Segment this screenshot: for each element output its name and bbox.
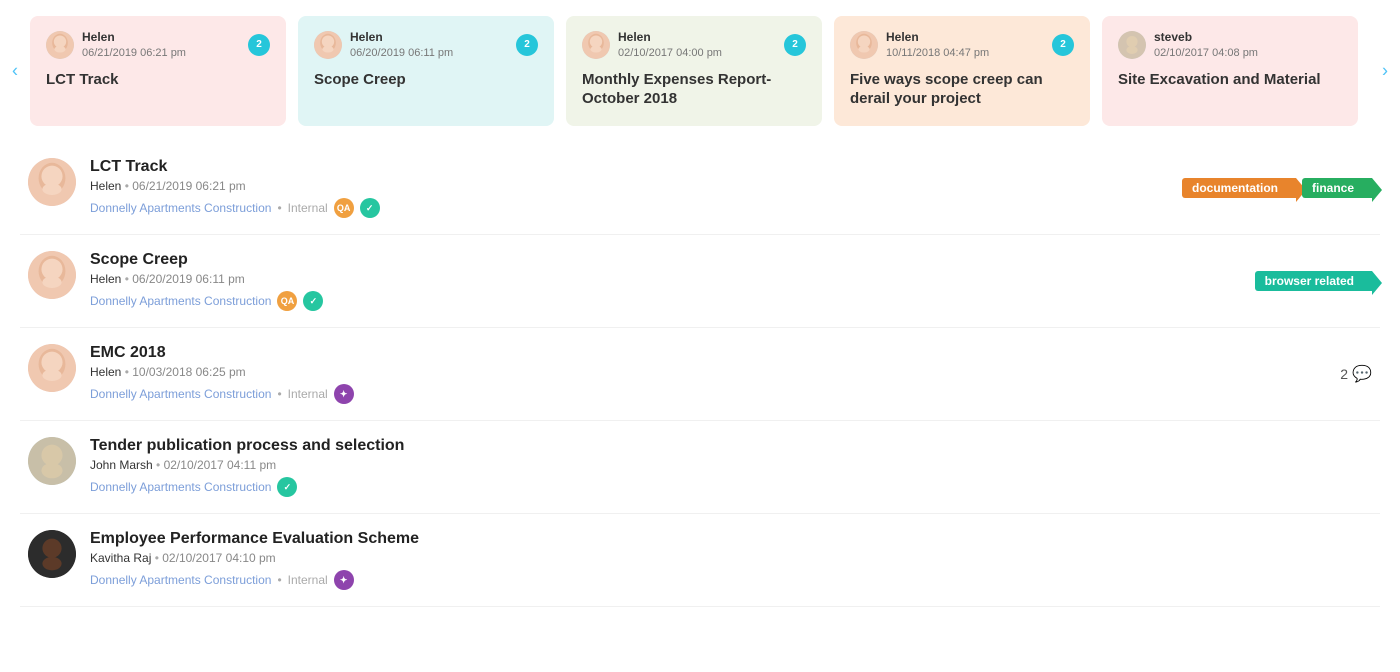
mini-avatar: ✦ <box>334 570 354 590</box>
mini-avatar: ✓ <box>303 291 323 311</box>
visibility-label: Internal <box>288 387 328 401</box>
card-badge: 2 <box>248 34 270 56</box>
project-link[interactable]: Donnelly Apartments Construction <box>90 573 271 587</box>
item-tags: documentation finance <box>1182 178 1372 198</box>
item-user: Helen <box>90 272 121 286</box>
carousel-prev-button[interactable]: ‹ <box>4 57 26 86</box>
list-item-content: Scope Creep Helen • 06/20/2019 06:11 pm … <box>90 251 1372 311</box>
card-avatar <box>850 31 878 59</box>
list-item: Employee Performance Evaluation Scheme K… <box>20 514 1380 607</box>
mini-avatar: QA <box>277 291 297 311</box>
carousel-card-card-4[interactable]: Helen 10/11/2018 04:47 pm 2 Five ways sc… <box>834 16 1090 126</box>
card-title: LCT Track <box>46 70 270 90</box>
list-item-title: EMC 2018 <box>90 344 1372 362</box>
card-title: Five ways scope creep can derail your pr… <box>850 70 1074 109</box>
item-user: Helen <box>90 179 121 193</box>
list-item-title: Employee Performance Evaluation Scheme <box>90 530 1372 548</box>
card-user-name: steveb <box>1154 30 1258 46</box>
list-section: LCT Track Helen • 06/21/2019 06:21 pm Do… <box>0 142 1400 607</box>
tag: browser related <box>1255 271 1372 291</box>
list-item-content: Tender publication process and selection… <box>90 437 1372 497</box>
carousel-card-card-3[interactable]: Helen 02/10/2017 04:00 pm 2 Monthly Expe… <box>566 16 822 126</box>
item-user: John Marsh <box>90 458 153 472</box>
carousel-card-card-2[interactable]: Helen 06/20/2019 06:11 pm 2 Scope Creep <box>298 16 554 126</box>
card-title: Site Excavation and Material <box>1118 70 1342 90</box>
carousel-card-card-5[interactable]: steveb 02/10/2017 04:08 pm Site Excavati… <box>1102 16 1358 126</box>
project-link[interactable]: Donnelly Apartments Construction <box>90 480 271 494</box>
card-title: Scope Creep <box>314 70 538 90</box>
list-item: Scope Creep Helen • 06/20/2019 06:11 pm … <box>20 235 1380 328</box>
card-badge: 2 <box>516 34 538 56</box>
list-item-title: Tender publication process and selection <box>90 437 1372 455</box>
list-item-sub: Donnelly Apartments Construction •Intern… <box>90 570 1372 590</box>
card-badge: 2 <box>784 34 806 56</box>
comment-number: 2 💬 <box>1340 364 1372 384</box>
mini-avatar: ✓ <box>277 477 297 497</box>
list-item-meta: Kavitha Raj • 02/10/2017 04:10 pm <box>90 551 1372 565</box>
item-tags: browser related <box>1255 271 1372 291</box>
carousel-section: ‹ Helen 06/21/2019 06:21 pm 2 LCT Track <box>0 0 1400 142</box>
visibility-label: Internal <box>288 201 328 215</box>
list-item-sub: Donnelly Apartments Construction •Intern… <box>90 198 1372 218</box>
card-avatar <box>1118 31 1146 59</box>
item-user: Kavitha Raj <box>90 551 151 565</box>
card-avatar <box>46 31 74 59</box>
list-item: EMC 2018 Helen • 10/03/2018 06:25 pm Don… <box>20 328 1380 421</box>
card-user-name: Helen <box>886 30 989 46</box>
card-user-name: Helen <box>618 30 722 46</box>
project-link[interactable]: Donnelly Apartments Construction <box>90 201 271 215</box>
list-avatar <box>28 251 76 299</box>
list-avatar <box>28 437 76 485</box>
mini-avatar: ✦ <box>334 384 354 404</box>
list-item-content: LCT Track Helen • 06/21/2019 06:21 pm Do… <box>90 158 1372 218</box>
comment-count: 2 💬 <box>1340 364 1372 384</box>
card-title: Monthly Expenses Report- October 2018 <box>582 70 806 109</box>
mini-avatar: ✓ <box>360 198 380 218</box>
list-item: LCT Track Helen • 06/21/2019 06:21 pm Do… <box>20 142 1380 235</box>
list-item-content: EMC 2018 Helen • 10/03/2018 06:25 pm Don… <box>90 344 1372 404</box>
card-badge: 2 <box>1052 34 1074 56</box>
tag: finance <box>1302 178 1372 198</box>
card-user-date: 06/20/2019 06:11 pm <box>350 46 453 60</box>
list-item-content: Employee Performance Evaluation Scheme K… <box>90 530 1372 590</box>
comment-icon: 💬 <box>1352 364 1372 384</box>
carousel-next-button[interactable]: › <box>1374 57 1396 86</box>
card-avatar <box>314 31 342 59</box>
list-avatar <box>28 158 76 206</box>
card-user-date: 06/21/2019 06:21 pm <box>82 46 186 60</box>
list-item-sub: Donnelly Apartments Construction QA ✓ <box>90 291 1372 311</box>
card-user-date: 02/10/2017 04:00 pm <box>618 46 722 60</box>
card-avatar <box>582 31 610 59</box>
carousel-card-card-1[interactable]: Helen 06/21/2019 06:21 pm 2 LCT Track <box>30 16 286 126</box>
visibility-label: Internal <box>288 573 328 587</box>
card-user-date: 10/11/2018 04:47 pm <box>886 46 989 60</box>
list-avatar <box>28 530 76 578</box>
list-item-title: Scope Creep <box>90 251 1372 269</box>
list-item-sub: Donnelly Apartments Construction ✓ <box>90 477 1372 497</box>
mini-avatar: QA <box>334 198 354 218</box>
list-avatar <box>28 344 76 392</box>
list-item-meta: Helen • 06/20/2019 06:11 pm <box>90 272 1372 286</box>
card-user-date: 02/10/2017 04:08 pm <box>1154 46 1258 60</box>
item-user: Helen <box>90 365 121 379</box>
list-item-meta: Helen • 06/21/2019 06:21 pm <box>90 179 1372 193</box>
list-item-title: LCT Track <box>90 158 1372 176</box>
card-user-name: Helen <box>350 30 453 46</box>
project-link[interactable]: Donnelly Apartments Construction <box>90 387 271 401</box>
list-item: Tender publication process and selection… <box>20 421 1380 514</box>
card-user-name: Helen <box>82 30 186 46</box>
list-item-meta: Helen • 10/03/2018 06:25 pm <box>90 365 1372 379</box>
tag: documentation <box>1182 178 1296 198</box>
project-link[interactable]: Donnelly Apartments Construction <box>90 294 271 308</box>
list-item-meta: John Marsh • 02/10/2017 04:11 pm <box>90 458 1372 472</box>
list-item-sub: Donnelly Apartments Construction •Intern… <box>90 384 1372 404</box>
